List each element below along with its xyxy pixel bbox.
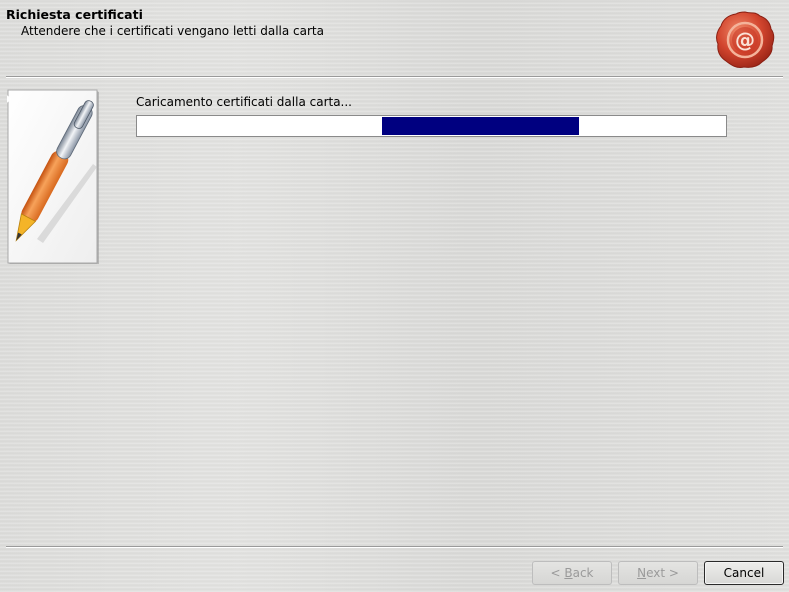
progress-bar bbox=[136, 115, 727, 137]
back-button[interactable]: < Back bbox=[532, 561, 612, 585]
back-button-mnemonic: B bbox=[564, 566, 573, 580]
footer-separator bbox=[6, 546, 783, 548]
cancel-button[interactable]: Cancel bbox=[704, 561, 784, 585]
cancel-button-label: Cancel bbox=[723, 566, 765, 580]
svg-text:@: @ bbox=[735, 28, 755, 52]
page-subtitle: Attendere che i certificati vengano lett… bbox=[21, 24, 324, 38]
wax-seal-at-icon: @ bbox=[716, 11, 775, 68]
next-button-mnemonic: N bbox=[637, 566, 647, 580]
wizard-header: Richiesta certificati Attendere che i ce… bbox=[0, 0, 789, 76]
back-button-rest: ack bbox=[572, 566, 594, 580]
progress-indicator bbox=[382, 117, 579, 135]
next-button-rest: ext > bbox=[646, 566, 679, 580]
status-label: Caricamento certificati dalla carta... bbox=[136, 95, 352, 109]
pen-icon bbox=[7, 89, 99, 264]
page-title: Richiesta certificati bbox=[6, 7, 143, 22]
header-separator bbox=[6, 76, 783, 78]
back-button-prefix: < bbox=[550, 566, 565, 580]
next-button[interactable]: Next > bbox=[618, 561, 698, 585]
